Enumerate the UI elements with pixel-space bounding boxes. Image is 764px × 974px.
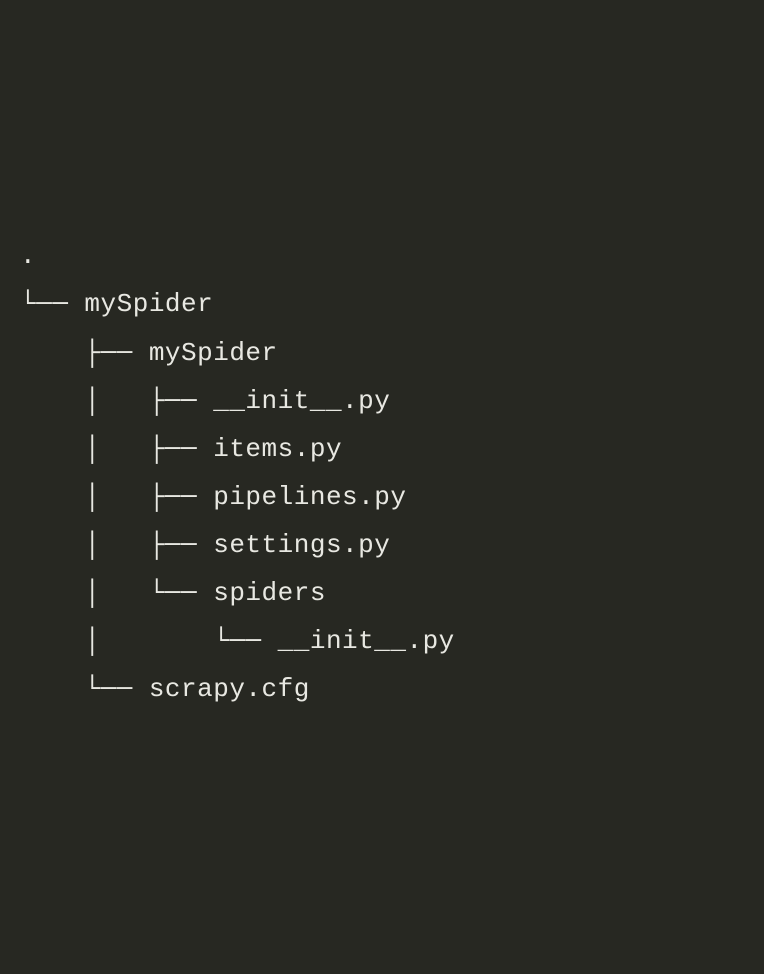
tree-line: │ ├── settings.py xyxy=(20,521,744,569)
tree-line: │ └── spiders xyxy=(20,569,744,617)
tree-line: │ └── __init__.py xyxy=(20,617,744,665)
tree-line: │ ├── pipelines.py xyxy=(20,473,744,521)
tree-line: │ ├── items.py xyxy=(20,425,744,473)
tree-line: └── scrapy.cfg xyxy=(20,665,744,713)
tree-line: └── mySpider xyxy=(20,280,744,328)
tree-line: ├── mySpider xyxy=(20,329,744,377)
directory-tree-output: .└── mySpider ├── mySpider │ ├── __init_… xyxy=(20,232,744,713)
tree-root: . xyxy=(20,232,744,280)
tree-line: │ ├── __init__.py xyxy=(20,377,744,425)
